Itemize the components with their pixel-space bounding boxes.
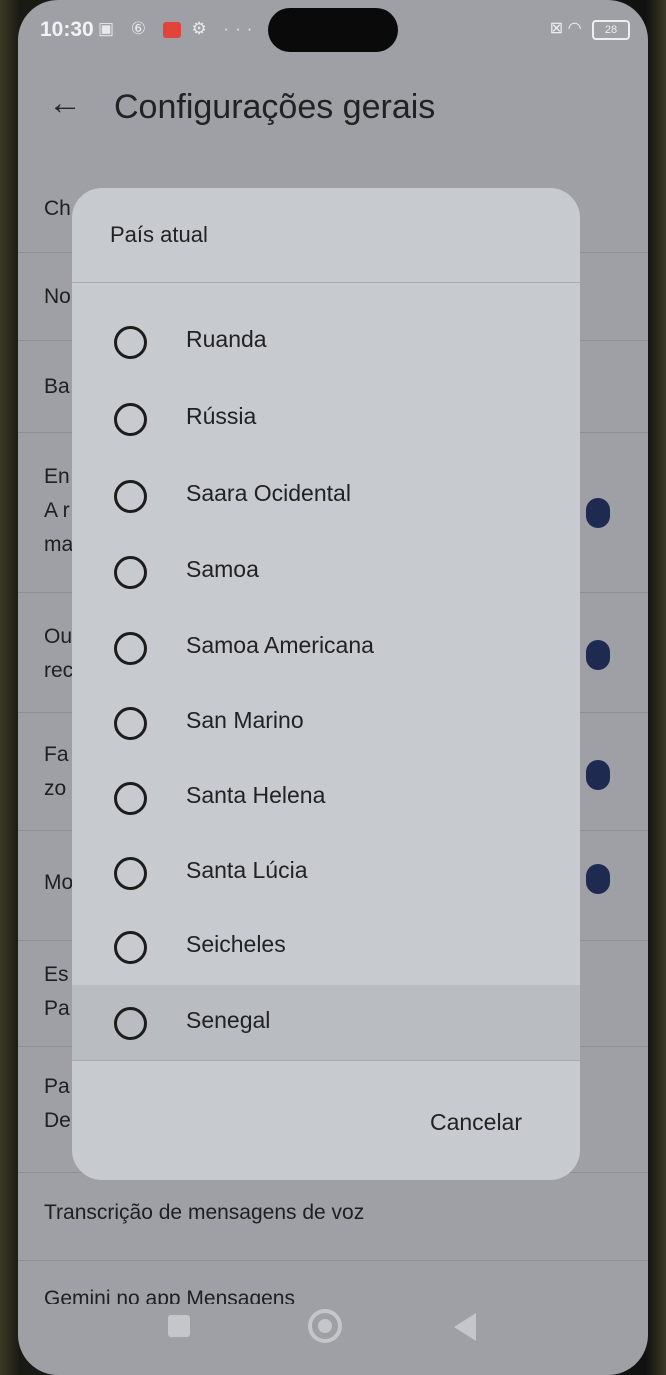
radio-button-icon[interactable] bbox=[114, 480, 147, 513]
option-label: Saara Ocidental bbox=[186, 480, 351, 506]
radio-option[interactable]: Rússia bbox=[72, 381, 580, 456]
radio-button-icon[interactable] bbox=[114, 707, 147, 740]
radio-button-icon[interactable] bbox=[114, 857, 147, 890]
radio-option[interactable]: Santa Helena bbox=[72, 760, 580, 835]
dialog-title: País atual bbox=[110, 222, 208, 247]
dialog-divider bbox=[72, 282, 580, 283]
radio-button-icon[interactable] bbox=[114, 931, 147, 964]
radio-button-icon[interactable] bbox=[114, 782, 147, 815]
radio-button-icon[interactable] bbox=[114, 326, 147, 359]
option-label: Samoa bbox=[186, 556, 259, 582]
radio-option[interactable]: Samoa bbox=[72, 534, 580, 609]
back-triangle-icon[interactable] bbox=[454, 1313, 476, 1341]
country-dialog: País atual Ruanda Rússia Saara Ocidental… bbox=[72, 188, 580, 1180]
radio-option[interactable]: Samoa Americana bbox=[72, 610, 580, 685]
dialog-divider bbox=[72, 1060, 580, 1061]
radio-button-icon[interactable] bbox=[114, 1007, 147, 1040]
radio-button-icon[interactable] bbox=[114, 632, 147, 665]
cancel-button[interactable]: Cancelar bbox=[430, 1109, 522, 1136]
radio-option[interactable]: Senegal bbox=[72, 985, 580, 1060]
option-label: Senegal bbox=[186, 1007, 271, 1033]
radio-button-icon[interactable] bbox=[114, 403, 147, 436]
option-label: Santa Lúcia bbox=[186, 857, 308, 883]
option-label: Rússia bbox=[186, 403, 257, 429]
option-label: San Marino bbox=[186, 707, 304, 733]
option-label: Santa Helena bbox=[186, 782, 326, 808]
radio-option[interactable]: Saara Ocidental bbox=[72, 458, 580, 533]
phone-frame: 10:30 ▣ ⑥ ⚙ ··· ⊠ ◠ 28 ← Configurações g… bbox=[0, 0, 666, 1375]
option-label: Samoa Americana bbox=[186, 632, 374, 658]
option-label: Seicheles bbox=[186, 931, 286, 957]
radio-button-icon[interactable] bbox=[114, 556, 147, 589]
radio-option[interactable]: San Marino bbox=[72, 685, 580, 760]
radio-option[interactable]: Seicheles bbox=[72, 909, 580, 984]
home-icon[interactable] bbox=[308, 1309, 342, 1343]
recents-icon[interactable] bbox=[168, 1315, 190, 1337]
system-nav-bar bbox=[18, 1295, 648, 1375]
radio-option[interactable]: Ruanda bbox=[72, 304, 580, 379]
option-label: Ruanda bbox=[186, 326, 267, 352]
radio-option[interactable]: Santa Lúcia bbox=[72, 835, 580, 910]
screen: 10:30 ▣ ⑥ ⚙ ··· ⊠ ◠ 28 ← Configurações g… bbox=[18, 0, 648, 1375]
